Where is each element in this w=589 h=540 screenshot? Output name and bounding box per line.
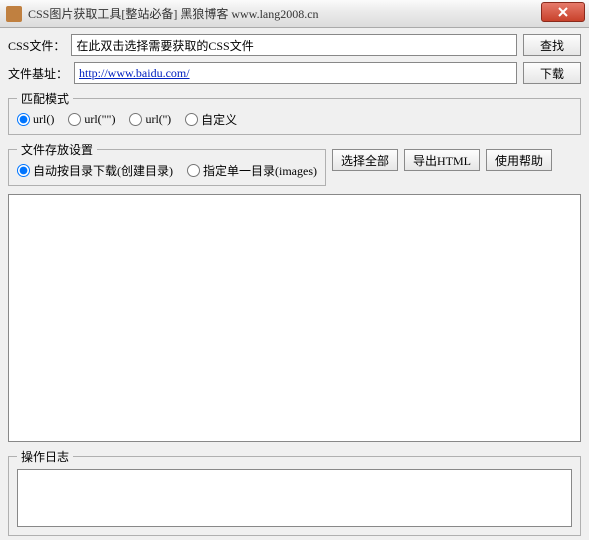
match-mode-options: url() url("") url('') 自定义 [17,111,572,128]
match-mode-group: 匹配模式 url() url("") url('') 自定义 [8,90,581,135]
file-base-row: 文件基址： 下载 [8,62,581,84]
match-url-sq[interactable]: url('') [129,112,171,127]
match-custom[interactable]: 自定义 [185,111,237,128]
save-single[interactable]: 指定单一目录(images) [187,162,317,179]
match-custom-radio[interactable] [185,113,198,126]
title-bar: CSS图片获取工具[整站必备] 黑狼博客 www.lang2008.cn [0,0,589,28]
app-icon [6,6,22,22]
window-title: CSS图片获取工具[整站必备] 黑狼博客 www.lang2008.cn [28,5,319,22]
match-url-sq-label: url('') [145,112,171,127]
match-url-sq-radio[interactable] [129,113,142,126]
save-auto-radio[interactable] [17,164,30,177]
log-legend: 操作日志 [17,448,73,465]
file-base-label: 文件基址： [8,65,68,82]
save-single-radio[interactable] [187,164,200,177]
client-area: CSS文件： 查找 文件基址： 下载 匹配模式 url() url("") ur… [0,28,589,540]
save-settings-legend: 文件存放设置 [17,141,97,158]
save-settings-options: 自动按目录下载(创建目录) 指定单一目录(images) [17,162,317,179]
log-textarea[interactable] [17,469,572,527]
match-url-plain-radio[interactable] [17,113,30,126]
help-button[interactable]: 使用帮助 [486,149,552,171]
save-toolbar-row: 文件存放设置 自动按目录下载(创建目录) 指定单一目录(images) 选择全部… [8,141,581,192]
select-all-button[interactable]: 选择全部 [332,149,398,171]
save-settings-group: 文件存放设置 自动按目录下载(创建目录) 指定单一目录(images) [8,141,326,186]
log-group: 操作日志 [8,448,581,536]
save-auto-label: 自动按目录下载(创建目录) [33,162,173,179]
match-url-plain[interactable]: url() [17,112,54,127]
action-buttons: 选择全部 导出HTML 使用帮助 [332,141,552,171]
match-url-plain-label: url() [33,112,54,127]
file-base-input[interactable] [74,62,517,84]
match-custom-label: 自定义 [201,111,237,128]
css-file-input[interactable] [71,34,517,56]
results-list[interactable] [8,194,581,442]
save-auto[interactable]: 自动按目录下载(创建目录) [17,162,173,179]
download-button[interactable]: 下载 [523,62,581,84]
match-url-dq-label: url("") [84,112,115,127]
find-button[interactable]: 查找 [523,34,581,56]
close-button[interactable] [541,2,585,22]
css-file-row: CSS文件： 查找 [8,34,581,56]
match-mode-legend: 匹配模式 [17,90,73,107]
close-icon [558,7,568,17]
match-url-dq-radio[interactable] [68,113,81,126]
save-single-label: 指定单一目录(images) [203,162,317,179]
match-url-dq[interactable]: url("") [68,112,115,127]
export-html-button[interactable]: 导出HTML [404,149,480,171]
css-file-label: CSS文件： [8,37,65,54]
